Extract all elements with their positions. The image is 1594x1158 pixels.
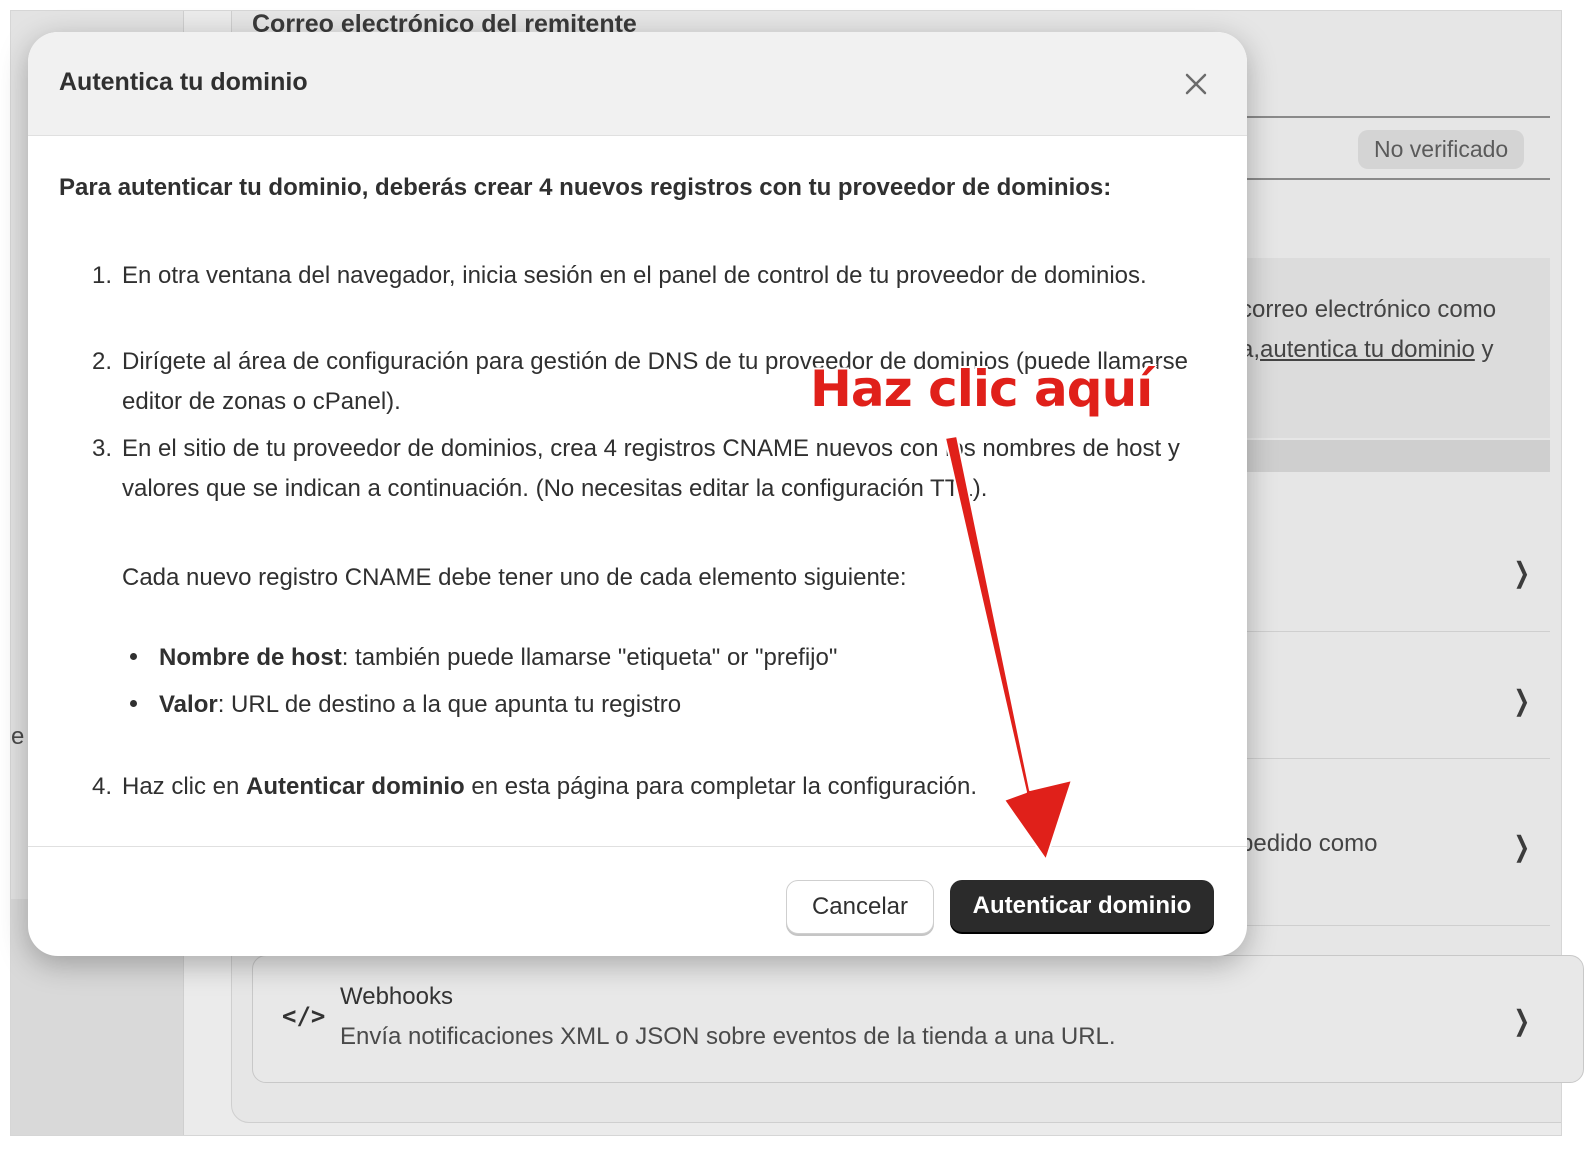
authenticate-domain-link[interactable]: autentica tu dominio [1260,336,1475,363]
chevron-right-icon[interactable]: ❯ [1514,684,1530,717]
authenticate-domain-dialog: Autentica tu dominio Para autenticar tu … [28,32,1247,956]
bullet-label: Nombre de host [159,644,342,671]
step-text: Haz clic en Autenticar dominio en esta p… [122,767,1222,807]
settings-row[interactable] [1240,505,1550,632]
code-icon: </> [282,1002,326,1030]
bullet-label: Valor [159,691,218,718]
list-item: Valor: URL de destino a la que apunta tu… [130,691,681,719]
step4-bold: Autenticar dominio [246,773,465,800]
step-number: 3. [92,435,113,462]
cname-intro: Cada nuevo registro CNAME debe tener uno… [122,564,907,591]
webhooks-description: Envía notificaciones XML o JSON sobre ev… [340,1023,1116,1050]
dialog-header: Autentica tu dominio [28,32,1247,136]
step-text: En otra ventana del navegador, inicia se… [122,262,1147,289]
step4-pre: Haz clic en [122,773,247,800]
bullet-text: : también puede llamarse "etiqueta" or "… [341,644,838,671]
cancel-button[interactable]: Cancelar [786,880,934,934]
step-number: 2. [92,348,113,375]
info-banner-text: correo electrónico como [1240,296,1497,323]
chevron-right-icon[interactable]: ❯ [1514,556,1530,589]
info-banner-text-2: a,autentica tu dominio y [1240,336,1494,364]
settings-row-text: pedido como [1240,830,1378,857]
webhooks-title: Webhooks [340,983,453,1010]
divider [1240,116,1550,118]
close-icon[interactable] [1178,66,1214,102]
dialog-title: Autentica tu dominio [59,68,308,96]
divider [1240,178,1550,180]
footer-divider [28,846,1247,847]
chevron-right-icon[interactable]: ❯ [1514,830,1530,863]
step-number: 1. [92,262,113,289]
settings-row[interactable] [1240,632,1550,759]
chevron-right-icon[interactable]: ❯ [1514,1004,1530,1037]
annotation-label: Haz clic aquí [810,360,1153,418]
step-number: 4. [92,773,113,800]
list-item: Nombre de host: también puede llamarse "… [130,644,837,672]
step-text: En el sitio de tu proveedor de dominios,… [122,435,1180,502]
status-badge: No verificado [1358,130,1525,169]
info-text-post: y [1474,336,1494,363]
authenticate-domain-button[interactable]: Autenticar dominio [950,880,1214,932]
step4-post: en esta página para completar la configu… [464,773,978,800]
dialog-intro: Para autenticar tu dominio, deberás crea… [59,174,1112,201]
bullet-text: : URL de destino a la que apunta tu regi… [217,691,682,718]
webhooks-row[interactable] [252,955,1584,1083]
section-separator [1240,440,1550,472]
